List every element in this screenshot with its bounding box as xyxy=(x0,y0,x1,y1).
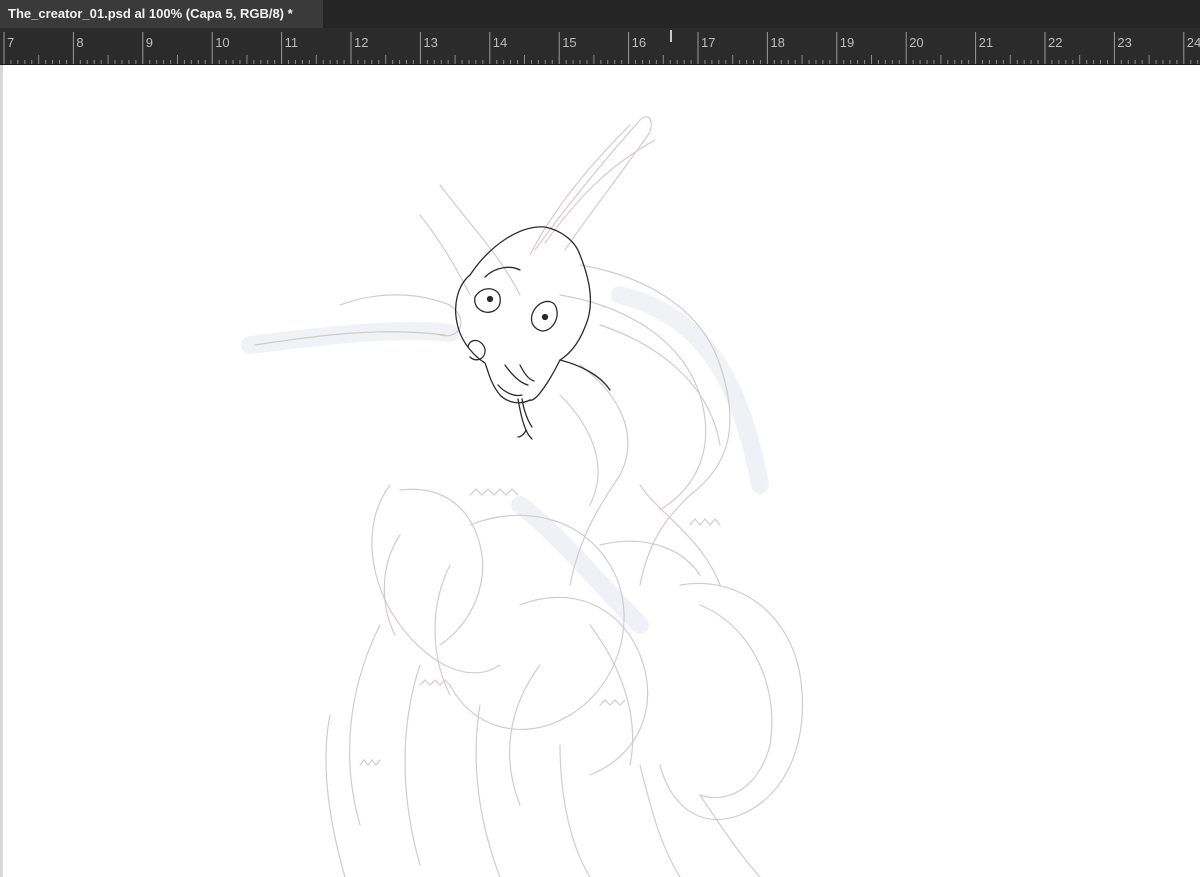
ruler-label: 10 xyxy=(215,35,229,50)
sketch-ink-head xyxy=(455,226,611,440)
ruler-label: 9 xyxy=(146,35,153,50)
ruler-label: 7 xyxy=(7,35,14,50)
document-tab-bar: The_creator_01.psd al 100% (Capa 5, RGB/… xyxy=(0,0,1200,28)
horizontal-ruler[interactable]: 7 8 9 10 11 12 13 14 15 16 17 18 19 20 21 22 23 24 xyxy=(0,28,1200,65)
ruler-label: 21 xyxy=(979,35,993,50)
ruler-label: 24 xyxy=(1187,35,1200,50)
ruler-label: 12 xyxy=(354,35,368,50)
document-canvas[interactable] xyxy=(0,65,1200,877)
ruler-label: 22 xyxy=(1048,35,1062,50)
ruler-label: 19 xyxy=(840,35,854,50)
photoshop-workspace: The_creator_01.psd al 100% (Capa 5, RGB/… xyxy=(0,0,1200,877)
ruler-label: 8 xyxy=(76,35,83,50)
ruler-label: 16 xyxy=(632,35,646,50)
ruler-label: 18 xyxy=(770,35,784,50)
document-tab[interactable]: The_creator_01.psd al 100% (Capa 5, RGB/… xyxy=(0,0,323,28)
ruler-label: 13 xyxy=(423,35,437,50)
ruler-label: 23 xyxy=(1117,35,1131,50)
ruler-label: 11 xyxy=(285,35,299,50)
ruler-label: 15 xyxy=(562,35,576,50)
ruler-label: 17 xyxy=(701,35,715,50)
sketch-drawing xyxy=(241,116,804,877)
ruler-label: 14 xyxy=(493,35,507,50)
sketch-light-lines xyxy=(254,116,804,877)
canvas-edge xyxy=(0,65,3,877)
ruler-graphic: 7 8 9 10 11 12 13 14 15 16 17 18 19 20 21 22 23 24 xyxy=(3,30,1200,64)
ruler-label: 20 xyxy=(909,35,923,50)
